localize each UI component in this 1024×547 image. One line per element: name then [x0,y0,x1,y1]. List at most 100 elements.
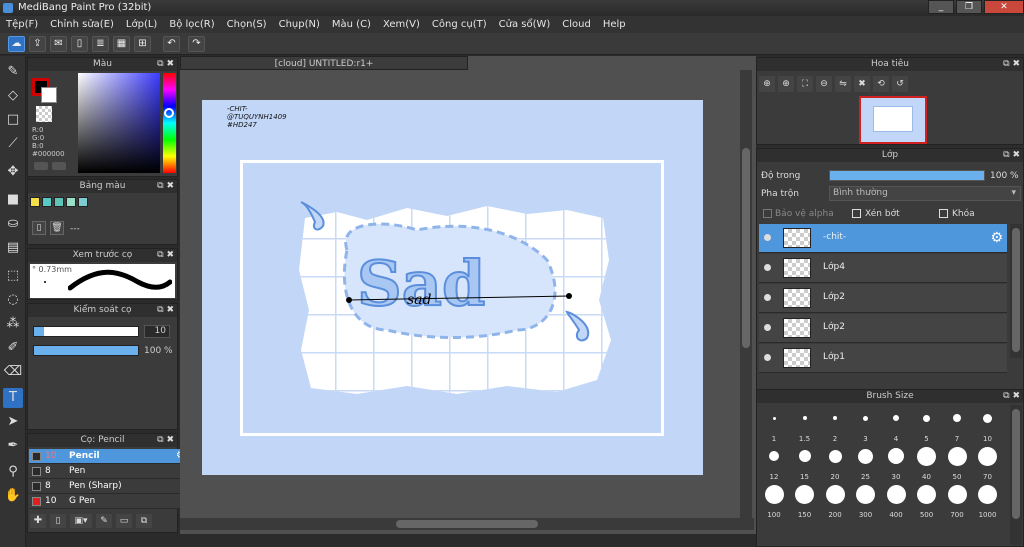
brush-size-option[interactable]: 500 [912,483,942,521]
menu-window[interactable]: Cửa sổ(W) [493,19,557,30]
new-brush-icon[interactable]: ▯ [50,514,66,528]
brush-size-option[interactable]: 200 [820,483,850,521]
brush-tool-icon[interactable]: ✎ [3,62,23,82]
copy-icon[interactable]: ⧉ [136,514,152,528]
line-tool-icon[interactable]: ⟋ [3,134,23,154]
menu-select[interactable]: Chọn(S) [221,19,273,30]
size-value[interactable]: 10 [144,325,170,338]
visibility-eye-icon[interactable] [764,294,771,301]
menu-file[interactable]: Tệp(F) [0,19,44,30]
brush-size-option[interactable]: 150 [790,483,820,521]
panel-buttons[interactable]: ⧉ ✖ [1003,149,1020,162]
hue-handle[interactable] [164,108,174,118]
folder-icon[interactable]: ▭ [116,514,132,528]
hand-tool-icon[interactable]: ✋ [3,486,23,506]
operation-tool-icon[interactable]: ➤ [3,412,23,432]
close-button[interactable]: ✕ [984,0,1024,14]
layer-row[interactable]: Lớp1 [759,344,1007,373]
brush-size-option[interactable]: 15 [790,445,820,483]
document-icon[interactable]: ≣ [92,36,109,52]
visibility-eye-icon[interactable] [764,324,771,331]
canvas-artwork[interactable]: -CHIT- @TUQUYNH1409 #HD247 Sad sad [202,100,703,475]
brush-size-option[interactable]: 3 [851,407,881,445]
brush-size-option[interactable]: 25 [851,445,881,483]
delete-palette-button[interactable]: 🗑 [50,221,64,235]
zoom-in-icon[interactable]: ⊕ [778,76,794,92]
brush-size-option[interactable]: 2 [820,407,850,445]
color-mode-button[interactable] [34,162,48,170]
brush-item[interactable]: 10 G Pen [29,494,189,509]
menu-view[interactable]: Xem(V) [377,19,426,30]
panel-buttons[interactable]: ⧉ ✖ [157,58,174,71]
color-picker-square[interactable] [78,73,160,173]
select-rect-icon[interactable]: ⬚ [3,266,23,286]
palette-swatch[interactable] [30,197,40,207]
palette-swatch[interactable] [54,197,64,207]
text-tool-icon[interactable]: T [3,388,23,408]
brush-size-option[interactable]: 12 [759,445,789,483]
visibility-eye-icon[interactable] [764,264,771,271]
brush-size-option[interactable]: 4 [881,407,911,445]
minimize-button[interactable]: _ [928,0,954,14]
brush-size-option[interactable]: 400 [881,483,911,521]
magic-wand-icon[interactable]: ⁂ [3,314,23,334]
select-eraser-icon[interactable]: ⌫ [3,362,23,382]
page-icon[interactable]: ▯ [71,36,88,52]
menu-layer[interactable]: Lớp(L) [120,19,163,30]
brush-size-option[interactable]: 5 [912,407,942,445]
blur-tool-icon[interactable]: ✒ [3,436,23,456]
redo-icon[interactable]: ↷ [188,36,205,52]
brush-menu-icon[interactable]: ▣▾ [70,514,92,528]
blend-mode-select[interactable]: Bình thường ▾ [829,186,1021,201]
panel-buttons[interactable]: ⧉ ✖ [1003,390,1020,403]
zoom-out-icon[interactable]: ⊖ [816,76,832,92]
layer-row[interactable]: Lớp4 [759,254,1007,283]
move-tool-icon[interactable]: ✥ [3,162,23,182]
size-slider[interactable] [33,326,139,337]
brush-size-option[interactable]: 70 [973,445,1003,483]
palette-swatch[interactable] [42,197,52,207]
fill-rect-tool-icon[interactable]: ■ [3,190,23,210]
menu-filter[interactable]: Bộ lọc(R) [163,19,220,30]
bucket-tool-icon[interactable]: ⛀ [3,214,23,234]
eraser-tool-icon[interactable]: ◇ [3,86,23,106]
clipping-checkbox[interactable] [852,209,861,218]
canvas-vscroll[interactable] [740,70,752,518]
visibility-eye-icon[interactable] [764,354,771,361]
rotate-icon[interactable]: ⟲ [873,76,889,92]
panel-buttons[interactable]: ⧉ ✖ [157,434,174,447]
grid-page-icon[interactable]: ▦ [113,36,130,52]
protect-alpha-checkbox[interactable] [763,209,772,218]
brush-item[interactable]: 10Pencil⚙ [29,449,189,464]
canvas-hscroll[interactable] [180,518,754,530]
layer-scrollbar[interactable] [1010,224,1022,358]
layer-row[interactable]: Lớp2 [759,284,1007,313]
menu-edit[interactable]: Chỉnh sửa(E) [44,19,120,30]
add-palette-button[interactable]: ▯ [32,221,46,235]
maximize-button[interactable]: ❐ [956,0,982,14]
rect-tool-icon[interactable]: □ [3,110,23,130]
background-color-swatch[interactable] [41,87,57,103]
panel-buttons[interactable]: ⧉ ✖ [157,249,174,262]
menu-snap[interactable]: Chụp(N) [273,19,326,30]
gradient-tool-icon[interactable]: ▤ [3,238,23,258]
panel-buttons[interactable]: ⧉ ✖ [1003,58,1020,71]
brush-size-option[interactable]: 300 [851,483,881,521]
brush-size-option[interactable]: 100 [759,483,789,521]
reset-icon[interactable]: ↺ [892,76,908,92]
comment-icon[interactable]: ✉ [50,36,67,52]
layer-opacity-slider[interactable] [829,170,985,181]
lasso-tool-icon[interactable]: ◌ [3,290,23,310]
gear-icon[interactable]: ⚙ [990,230,1003,246]
brush-size-option[interactable]: 20 [820,445,850,483]
brush-size-option[interactable]: 7 [942,407,972,445]
add-brush-icon[interactable]: ✚ [30,514,46,528]
navigator-thumbnail[interactable] [859,96,927,144]
eyedropper-icon[interactable]: ⚲ [3,462,23,482]
undo-icon[interactable]: ↶ [163,36,180,52]
menu-color[interactable]: Màu (C) [326,19,377,30]
lock-checkbox[interactable] [939,209,948,218]
brush-size-option[interactable]: 1.5 [790,407,820,445]
layer-row[interactable]: Lớp2 [759,314,1007,343]
brush-size-option[interactable]: 1 [759,407,789,445]
